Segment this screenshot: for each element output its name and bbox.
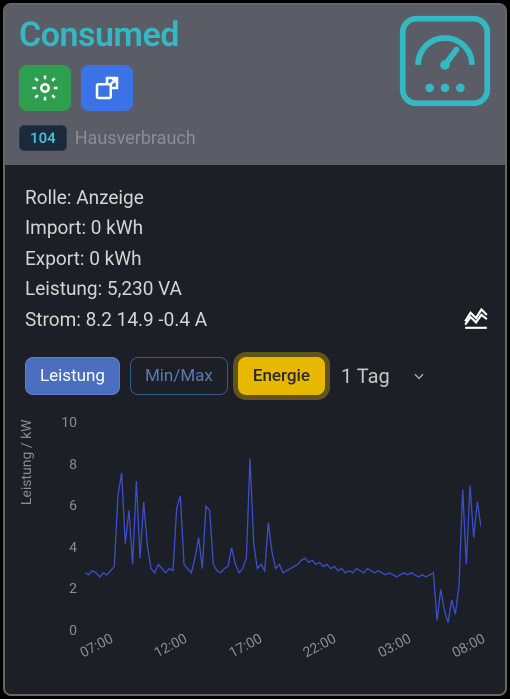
tab-minmax[interactable]: Min/Max (130, 357, 228, 395)
chart-xaxis: 07:0012:0017:0022:0003:0008:00 (85, 633, 481, 673)
stats-block: Rolle: Anzeige Import: 0 kWh Export: 0 k… (25, 183, 463, 335)
period-select-label: 1 Tag (341, 364, 390, 388)
badge-label: Hausverbrauch (75, 128, 196, 149)
card: Consumed (3, 3, 507, 696)
body: Rolle: Anzeige Import: 0 kWh Export: 0 k… (5, 165, 505, 683)
id-badge: 104 (19, 125, 67, 151)
expand-icon (92, 73, 122, 103)
stat-leistung: Leistung: 5,230 VA (25, 274, 463, 304)
badge-row: 104 Hausverbrauch (19, 125, 491, 151)
header: Consumed (5, 5, 505, 165)
gauge-icon (397, 13, 493, 113)
chart-plot (85, 423, 481, 631)
chevron-down-icon (412, 369, 426, 383)
stat-import: Import: 0 kWh (25, 213, 463, 243)
linechart-icon (463, 304, 489, 330)
expand-button[interactable] (81, 65, 133, 111)
chart-yaxis: 0246810 (55, 423, 81, 631)
gear-icon (30, 73, 60, 103)
chart: Leistung / kW 0246810 07:0012:0017:0022:… (25, 423, 489, 673)
tab-energie[interactable]: Energie (238, 357, 325, 395)
settings-button[interactable] (19, 65, 71, 111)
stat-strom: Strom: 8.2 14.9 -0.4 A (25, 305, 463, 335)
tab-leistung[interactable]: Leistung (25, 357, 120, 395)
chart-controls: Leistung Min/Max Energie 1 Tag (25, 357, 489, 395)
stat-rolle: Rolle: Anzeige (25, 183, 463, 213)
chart-toggle-button[interactable] (463, 304, 489, 335)
stat-export: Export: 0 kWh (25, 244, 463, 274)
period-select[interactable]: 1 Tag (341, 364, 426, 388)
chart-ylabel: Leistung / kW (19, 419, 35, 505)
